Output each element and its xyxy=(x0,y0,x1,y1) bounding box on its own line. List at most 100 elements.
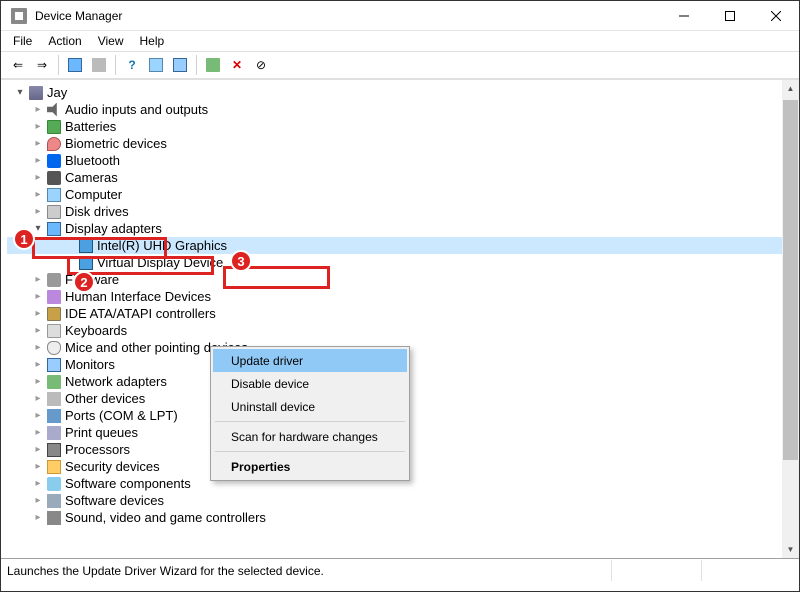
chevron-right-icon[interactable] xyxy=(31,172,45,183)
menu-help[interactable]: Help xyxy=(132,32,173,50)
chevron-right-icon[interactable] xyxy=(31,512,45,523)
statusbar-cell xyxy=(701,560,799,581)
tree-node-display-adapters[interactable]: Display adapters xyxy=(7,220,799,237)
properties-icon xyxy=(92,58,106,72)
sound-icon xyxy=(45,511,63,525)
chevron-right-icon[interactable] xyxy=(31,427,45,438)
chevron-right-icon[interactable] xyxy=(31,495,45,506)
disk-icon xyxy=(45,205,63,219)
toolbar-update-button[interactable] xyxy=(202,54,224,76)
mouse-icon xyxy=(45,341,63,355)
tree-node-label: Keyboards xyxy=(65,323,127,338)
chevron-right-icon[interactable] xyxy=(31,189,45,200)
disable-icon: ⊘ xyxy=(256,58,266,72)
ctx-properties[interactable]: Properties xyxy=(213,455,407,478)
scroll-down-arrow[interactable]: ▼ xyxy=(782,541,799,558)
tree-node-label: Monitors xyxy=(65,357,115,372)
tree-node-sound[interactable]: Sound, video and game controllers xyxy=(7,509,799,526)
cpu-icon xyxy=(45,443,63,457)
help-icon: ? xyxy=(128,58,135,72)
scroll-thumb[interactable] xyxy=(783,100,798,460)
menubar: File Action View Help xyxy=(1,31,799,51)
chevron-right-icon[interactable] xyxy=(31,410,45,421)
chevron-right-icon[interactable] xyxy=(31,325,45,336)
tree-node-batteries[interactable]: Batteries xyxy=(7,118,799,135)
tree-root-label: Jay xyxy=(47,85,67,100)
tree-node-computer[interactable]: Computer xyxy=(7,186,799,203)
tree-node-label: Sound, video and game controllers xyxy=(65,510,266,525)
showhide-icon xyxy=(68,58,82,72)
chevron-right-icon[interactable] xyxy=(31,342,45,353)
tree-node-label: IDE ATA/ATAPI controllers xyxy=(65,306,216,321)
shield-icon xyxy=(45,460,63,474)
chevron-right-icon[interactable] xyxy=(31,376,45,387)
chevron-right-icon[interactable] xyxy=(31,393,45,404)
chevron-right-icon[interactable] xyxy=(31,308,45,319)
close-icon xyxy=(771,11,781,21)
tree-node-label: Bluetooth xyxy=(65,153,120,168)
maximize-icon xyxy=(725,11,735,21)
chevron-down-icon[interactable] xyxy=(13,87,27,98)
toolbar-showhide-button[interactable] xyxy=(64,54,86,76)
minimize-button[interactable] xyxy=(661,1,707,31)
toolbar-monitor-button[interactable] xyxy=(169,54,191,76)
vertical-scrollbar[interactable]: ▲ ▼ xyxy=(782,80,799,558)
chevron-right-icon[interactable] xyxy=(31,359,45,370)
ctx-disable-device[interactable]: Disable device xyxy=(213,372,407,395)
chevron-right-icon[interactable] xyxy=(31,444,45,455)
statusbar: Launches the Update Driver Wizard for th… xyxy=(1,559,799,581)
tree-node-cameras[interactable]: Cameras xyxy=(7,169,799,186)
ide-icon xyxy=(45,307,63,321)
window-title: Device Manager xyxy=(35,9,661,23)
toolbar-separator xyxy=(196,55,197,75)
toolbar-scan-button[interactable] xyxy=(145,54,167,76)
chevron-right-icon[interactable] xyxy=(31,138,45,149)
menu-action[interactable]: Action xyxy=(40,32,89,50)
software-device-icon xyxy=(45,494,63,508)
tree-root[interactable]: Jay xyxy=(7,84,799,101)
close-button[interactable] xyxy=(753,1,799,31)
arrow-right-icon: ⇒ xyxy=(37,58,47,72)
toolbar-back-button[interactable]: ⇐ xyxy=(7,54,29,76)
maximize-button[interactable] xyxy=(707,1,753,31)
tree-node-label: Disk drives xyxy=(65,204,129,219)
tree-node-bluetooth[interactable]: Bluetooth xyxy=(7,152,799,169)
toolbar-properties-button[interactable] xyxy=(88,54,110,76)
update-icon xyxy=(206,58,220,72)
tree-node-software-devices[interactable]: Software devices xyxy=(7,492,799,509)
chevron-right-icon[interactable] xyxy=(31,121,45,132)
chevron-right-icon[interactable] xyxy=(31,478,45,489)
ctx-scan-hardware[interactable]: Scan for hardware changes xyxy=(213,425,407,448)
ctx-item-label: Scan for hardware changes xyxy=(231,430,378,444)
tree-node-label: Software components xyxy=(65,476,191,491)
menu-view[interactable]: View xyxy=(90,32,132,50)
tree-node-ide[interactable]: IDE ATA/ATAPI controllers xyxy=(7,305,799,322)
statusbar-cell xyxy=(611,560,701,581)
chevron-right-icon[interactable] xyxy=(31,274,45,285)
tree-node-label: Batteries xyxy=(65,119,116,134)
tree-node-label: Security devices xyxy=(65,459,160,474)
toolbar-disable-button[interactable]: ⊘ xyxy=(250,54,272,76)
tree-node-label: Network adapters xyxy=(65,374,167,389)
chevron-right-icon[interactable] xyxy=(31,291,45,302)
ctx-uninstall-device[interactable]: Uninstall device xyxy=(213,395,407,418)
tree-node-label: Processors xyxy=(65,442,130,457)
menu-file[interactable]: File xyxy=(5,32,40,50)
toolbar-help-button[interactable]: ? xyxy=(121,54,143,76)
chevron-right-icon[interactable] xyxy=(31,155,45,166)
tree-node-keyboards[interactable]: Keyboards xyxy=(7,322,799,339)
chevron-right-icon[interactable] xyxy=(31,206,45,217)
scroll-up-arrow[interactable]: ▲ xyxy=(782,80,799,97)
tree-node-audio[interactable]: Audio inputs and outputs xyxy=(7,101,799,118)
tree-node-hid[interactable]: Human Interface Devices xyxy=(7,288,799,305)
chevron-right-icon[interactable] xyxy=(31,104,45,115)
tree-node-biometric[interactable]: Biometric devices xyxy=(7,135,799,152)
toolbar-forward-button[interactable]: ⇒ xyxy=(31,54,53,76)
ctx-update-driver[interactable]: Update driver xyxy=(213,349,407,372)
chevron-right-icon[interactable] xyxy=(31,461,45,472)
tree-node-diskdrives[interactable]: Disk drives xyxy=(7,203,799,220)
toolbar-uninstall-button[interactable]: ✕ xyxy=(226,54,248,76)
ctx-separator xyxy=(215,421,405,422)
desktop-icon xyxy=(45,188,63,202)
context-menu: Update driver Disable device Uninstall d… xyxy=(210,346,410,481)
